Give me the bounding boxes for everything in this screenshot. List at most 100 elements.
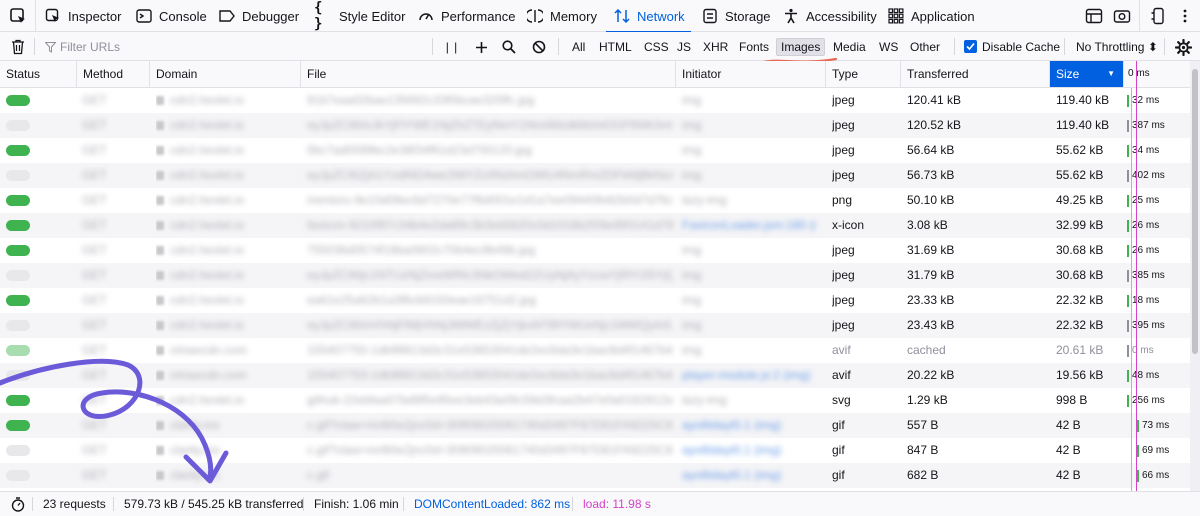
type-cell: gif [832, 443, 845, 457]
method-cell: GET [82, 343, 107, 357]
dock-options-button[interactable] [1147, 5, 1171, 27]
table-row[interactable]: GET cdn2.hexlet.io ea61e25a62b1a3f6cb9150e… [0, 288, 1190, 313]
type-cell: jpeg [832, 243, 855, 257]
tab-style-editor[interactable]: { } Style Editor [314, 0, 405, 32]
add-request-button[interactable] [472, 37, 490, 57]
table-row[interactable]: GET cdn2.hexlet.io eyJpZCI6ImVhNjFlMjVhNjJ… [0, 313, 1190, 338]
initiator-cell[interactable]: ayo6tdayt0.1 (img) [682, 463, 824, 488]
column-header-size[interactable]: Size ▼ [1050, 61, 1124, 87]
tab-memory[interactable]: Memory [525, 0, 597, 32]
type-cell: gif [832, 468, 845, 482]
filter-type-css[interactable]: CSS [640, 38, 673, 56]
column-header-domain[interactable]: Domain [150, 61, 301, 87]
disable-cache-label[interactable]: Disable Cache [982, 40, 1060, 54]
initiator-cell[interactable]: ayo6tdayt0.1 (img) [682, 413, 824, 438]
tab-application[interactable]: Application [886, 0, 975, 32]
status-badge [6, 170, 30, 181]
column-header-initiator[interactable]: Initiator [676, 61, 826, 87]
initiator-cell[interactable]: ayo6tdayt0.1 (img) [682, 438, 824, 463]
file-cell: eyJpZCI6Ijc1NTUzNjZmeWRlc3NkOWed2ZUyNjAy… [307, 268, 673, 282]
column-header-waterfall[interactable]: 0 ms [1124, 61, 1190, 87]
initiator-cell[interactable]: player-module.js:2 (img) [682, 363, 824, 388]
filter-type-html[interactable]: HTML [595, 38, 636, 56]
table-scrollbar[interactable] [1190, 61, 1200, 491]
filter-type-fonts[interactable]: Fonts [735, 38, 773, 56]
domain-text: cdn2.hexlet.io [170, 243, 245, 257]
table-row[interactable]: GET clarity.ms c.gif?ctaw=mr8i0e2jnc0d=309… [0, 438, 1190, 463]
tab-network[interactable]: Network [606, 0, 691, 33]
column-header-transferred[interactable]: Transferred [901, 61, 1050, 87]
size-cell: 22.32 kB [1056, 318, 1104, 332]
more-options-button[interactable] [1173, 5, 1197, 27]
element-picker-button[interactable] [6, 5, 30, 27]
filter-type-all[interactable]: All [568, 38, 589, 56]
filter-type-ws[interactable]: WS [875, 38, 902, 56]
table-row[interactable]: GET cdn2.hexlet.io 91b7eaa02bae135692c33f0… [0, 88, 1190, 113]
table-row[interactable]: GET cdn2.hexlet.io 0bc7ad0099bc2e38f34f61d… [0, 138, 1190, 163]
tab-label: Inspector [68, 8, 122, 24]
table-row[interactable]: GET clarity.ms c.gif?ctaw=mr8i0e2jnc0d=309… [0, 413, 1190, 438]
table-row[interactable]: GET clarity.ms c.gif ayo6tdayt0.1 (img) gif 6… [0, 463, 1190, 488]
waterfall-bar [1127, 270, 1129, 282]
disable-cache-checkbox[interactable] [964, 40, 977, 53]
initiator-cell: img [682, 243, 702, 257]
tab-label: Accessibility [806, 8, 877, 24]
table-row[interactable]: GET cdn2.hexlet.io eyJpZCI6ZjA1YzdlNDAwe2M… [0, 163, 1190, 188]
column-header-type[interactable]: Type [826, 61, 901, 87]
clear-button[interactable] [8, 37, 28, 57]
file-cell: c.gif?ctaw=mr8i0e2jnc0d=30909020061740d3… [307, 443, 673, 457]
performance-analysis-button[interactable] [10, 496, 26, 512]
filter-type-other[interactable]: Other [906, 38, 944, 56]
toggle-split-console-button[interactable] [1082, 5, 1106, 27]
table-row[interactable]: GET cimaxcdn.com 155407750-1db98813d3c31e5… [0, 338, 1190, 363]
column-header-status[interactable]: Status [0, 61, 77, 87]
filter-type-js[interactable]: JS [673, 38, 695, 56]
filter-type-images[interactable]: Images [776, 38, 826, 56]
tab-debugger[interactable]: Debugger [217, 0, 299, 32]
size-cell: 42 B [1056, 468, 1081, 482]
table-row[interactable]: GET cdn2.hexlet.io eyJpZCI6Ijc1NTUzNjZmeWR… [0, 263, 1190, 288]
status-badge [6, 320, 30, 331]
table-row[interactable]: GET cdn2.hexlet.io github-22ebfaa07bd9f5e9… [0, 388, 1190, 413]
domain-cell: cdn2.hexlet.io [156, 88, 299, 113]
filter-urls-input[interactable] [42, 37, 422, 56]
filter-type-media[interactable]: Media [829, 38, 870, 56]
tab-label: Style Editor [339, 8, 406, 24]
initiator-cell[interactable]: FaviconLoader.jsm:180 (i [682, 213, 824, 238]
waterfall-time: 69 ms [1142, 445, 1170, 456]
table-row[interactable]: GET cdn2.hexlet.io eyJpZCI6ImJkYjFlYWE1NjZ… [0, 113, 1190, 138]
initiator-cell: lazy-img [682, 193, 727, 207]
transferred-cell: cached [907, 343, 946, 357]
screenshot-button[interactable] [1110, 5, 1134, 27]
table-row[interactable]: GET cdn2.hexlet.io favicon-9210f97c34b4e2d… [0, 213, 1190, 238]
waterfall-bar [1127, 395, 1129, 407]
lock-icon [156, 196, 164, 206]
waterfall-time: 73 ms [1142, 420, 1170, 431]
status-cell [0, 113, 77, 138]
tab-inspector[interactable]: Inspector [43, 0, 121, 32]
domain-cell: cdn2.hexlet.io [156, 263, 299, 288]
filter-type-xhr[interactable]: XHR [699, 38, 732, 56]
file-cell: 755036d0574f18ba0602c70b4ec9b49b.jpg [307, 243, 536, 257]
tab-performance[interactable]: Performance [416, 0, 515, 32]
tab-accessibility[interactable]: Accessibility [781, 0, 877, 32]
lock-icon [156, 96, 164, 106]
pause-button[interactable]: | | [444, 38, 460, 56]
table-row[interactable]: GET cdn2.hexlet.io mentors-9e10d08ec6d7270… [0, 188, 1190, 213]
throttling-select[interactable]: No Throttling ⬍ [1076, 40, 1158, 54]
scrollbar-thumb[interactable] [1192, 69, 1198, 354]
tab-label: Debugger [242, 8, 300, 24]
network-icon [612, 6, 632, 26]
domain-text: cdn2.hexlet.io [170, 143, 245, 157]
column-header-file[interactable]: File [301, 61, 676, 87]
table-row[interactable]: GET cdn2.hexlet.io 755036d0574f18ba0602c70… [0, 238, 1190, 263]
network-settings-button[interactable] [1173, 37, 1193, 57]
toolbar-separator [432, 38, 433, 55]
block-requests-button[interactable] [530, 37, 548, 57]
column-header-method[interactable]: Method [77, 61, 150, 87]
initiator-cell: lazy-img [682, 393, 727, 407]
tab-storage[interactable]: Storage [700, 0, 771, 32]
search-button[interactable] [500, 37, 518, 57]
tab-console[interactable]: Console [134, 0, 207, 32]
table-row[interactable]: GET cimaxcdn.com 155407753-1db98813d3c31e5… [0, 363, 1190, 388]
